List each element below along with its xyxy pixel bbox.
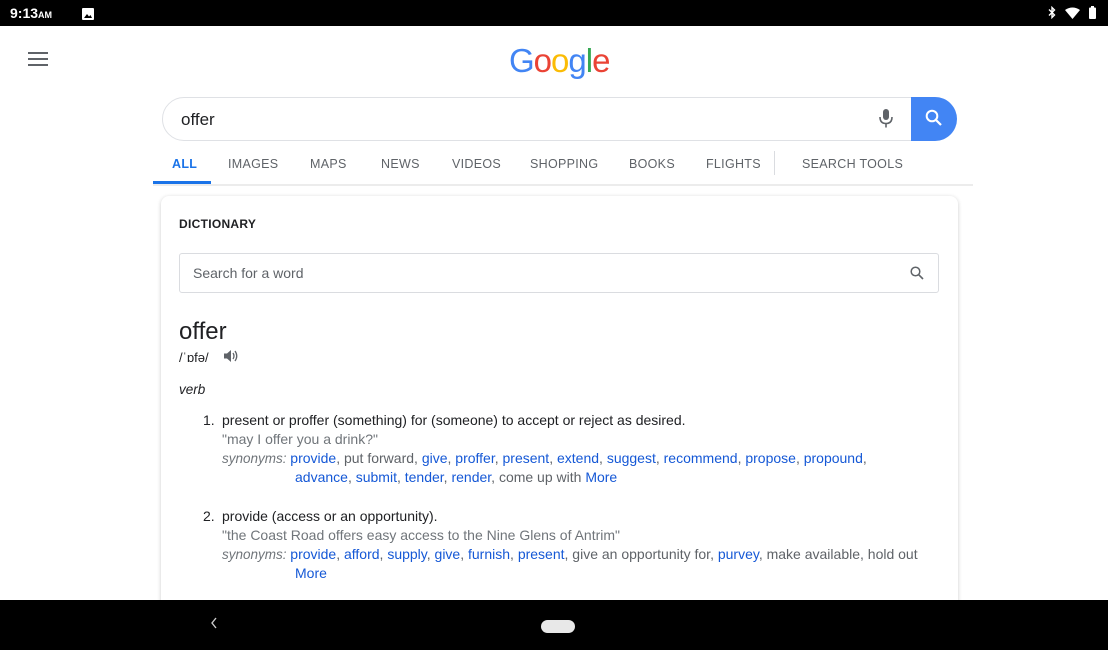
tab-videos[interactable]: VIDEOS [452,157,501,171]
search-button[interactable] [911,97,957,141]
card-title: DICTIONARY [179,217,257,231]
home-pill-icon[interactable] [541,620,575,633]
synonym-text: put forward [343,450,415,466]
more-synonyms-link[interactable]: More [295,565,327,581]
status-bar: 9:13AM [0,0,1108,26]
status-icons [1048,5,1096,24]
definition-item: 2. provide (access or an opportunity). "… [203,507,923,583]
dictionary-search-placeholder: Search for a word [193,265,304,281]
synonym-link[interactable]: provide [290,450,336,466]
definition-number: 1. [203,412,215,428]
search-icon[interactable] [910,266,924,285]
battery-icon [1089,6,1096,24]
definition-text: provide (access or an opportunity). [222,508,438,524]
synonym-link[interactable]: present [503,450,550,466]
synonym-link[interactable]: give [422,450,448,466]
synonym-text: come up with [498,469,582,485]
synonym-text: make available [766,546,860,562]
tab-news[interactable]: NEWS [381,157,420,171]
synonym-link[interactable]: proffer [455,450,494,466]
tab-images[interactable]: IMAGES [228,157,278,171]
synonyms-label: synonyms: [222,451,291,466]
tab-divider [774,151,775,175]
synonym-link[interactable]: suggest [607,450,656,466]
synonym-link[interactable]: furnish [468,546,510,562]
synonyms-list: synonyms: provide, put forward, give, pr… [222,450,867,485]
synonym-link[interactable]: tender [405,469,444,485]
dictionary-card: DICTIONARY Search for a word offer /ˈɒfə… [161,196,958,616]
synonym-link[interactable]: extend [557,450,599,466]
synonym-link[interactable]: present [518,546,565,562]
definition-text: present or proffer (something) for (some… [222,412,686,428]
tab-books[interactable]: BOOKS [629,157,675,171]
synonyms-list: synonyms: provide, afford, supply, give,… [222,546,918,581]
synonym-text: hold out [867,546,918,562]
back-chevron-icon[interactable] [209,616,219,635]
synonym-link[interactable]: purvey [718,546,759,562]
bluetooth-icon [1048,5,1056,24]
tab-flights[interactable]: FLIGHTS [706,157,761,171]
tab-maps[interactable]: MAPS [310,157,347,171]
synonym-link[interactable]: provide [290,546,336,562]
synonym-text: give an opportunity for [572,546,711,562]
synonym-link[interactable]: propose [745,450,796,466]
status-time: 9:13AM [10,5,53,21]
definition-example: "the Coast Road offers easy access to th… [222,527,620,543]
synonym-link[interactable]: propound [804,450,863,466]
google-logo[interactable]: Google [509,42,610,80]
logo-letter: o [551,42,569,79]
synonym-link[interactable]: submit [356,469,397,485]
logo-letter: o [533,42,552,79]
search-bar [162,97,957,141]
synonym-link[interactable]: advance [295,469,348,485]
more-synonyms-link[interactable]: More [585,469,617,485]
image-icon [82,7,94,20]
phonetic: /ˈɒfə/ [179,350,209,365]
dictionary-search-field[interactable]: Search for a word [179,253,939,293]
logo-letter: g [568,42,586,79]
definition-item: 1. present or proffer (something) for (s… [203,411,923,487]
microphone-icon[interactable] [875,106,897,132]
synonym-link[interactable]: supply [387,546,426,562]
logo-letter: e [592,42,610,79]
part-of-speech: verb [179,382,206,397]
speaker-icon[interactable] [223,348,239,369]
definition-example: "may I offer you a drink?" [222,431,378,447]
synonym-link[interactable]: give [435,546,461,562]
definition-number: 2. [203,508,215,524]
tab-search-tools[interactable]: SEARCH TOOLS [802,157,903,171]
tab-shopping[interactable]: SHOPPING [530,157,598,171]
synonym-link[interactable]: afford [344,546,380,562]
headword: offer [179,318,227,345]
tabs-divider [153,184,973,186]
synonym-link[interactable]: recommend [664,450,738,466]
wifi-icon [1065,6,1080,24]
synonyms-label: synonyms: [222,547,291,562]
logo-letter: G [509,42,535,79]
search-input[interactable] [179,109,783,131]
tab-all[interactable]: ALL [172,157,197,171]
hamburger-menu-icon[interactable] [28,52,48,70]
synonym-link[interactable]: render [451,469,491,485]
